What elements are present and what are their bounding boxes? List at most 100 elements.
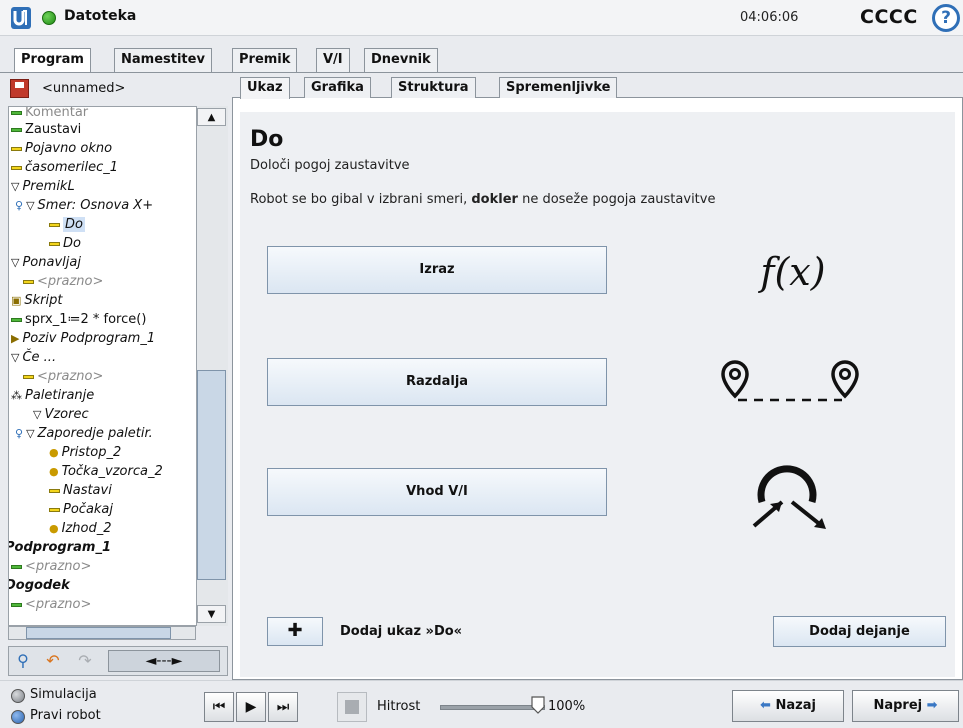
expression-button[interactable]: Izraz: [267, 246, 607, 294]
tree-node[interactable]: ▽ Vzorec: [33, 407, 89, 423]
line-icon: [11, 110, 22, 115]
line-icon: [11, 317, 22, 322]
line-icon: [11, 165, 22, 170]
tab-spremenljivke[interactable]: Spremenljivke: [499, 77, 618, 98]
undo-icon[interactable]: ↶: [42, 650, 64, 672]
distance-button[interactable]: Razdalja: [267, 358, 607, 406]
line-icon: [23, 374, 34, 379]
tree-node[interactable]: ♀ ▽ Zaporedje paletir.: [15, 426, 153, 442]
horizontal-scroll-thumb[interactable]: [26, 627, 171, 639]
save-icon[interactable]: [10, 79, 29, 98]
simulation-label[interactable]: Simulacija: [30, 687, 97, 702]
header-bar: [0, 0, 963, 36]
tree-node[interactable]: ▽ Če ...: [11, 350, 56, 366]
line-icon: [49, 241, 60, 246]
tree-node[interactable]: <prazno>: [23, 369, 103, 385]
real-robot-label[interactable]: Pravi robot: [30, 708, 101, 723]
step-icon[interactable]: ⏭: [268, 692, 298, 722]
pallet-icon: ⁂: [11, 389, 22, 402]
io-input-icon: [752, 465, 826, 529]
tree-node[interactable]: ● Točka_vzorca_2: [49, 464, 163, 480]
expand-triangle-icon[interactable]: ▽: [33, 407, 41, 423]
scroll-down-icon[interactable]: ▼: [197, 605, 226, 623]
tab-premik[interactable]: Premik: [232, 48, 298, 72]
tree-node[interactable]: ● Izhod_2: [49, 521, 111, 537]
expand-triangle-icon[interactable]: ▽: [11, 255, 19, 271]
tree-node[interactable]: Počakaj: [49, 502, 113, 518]
speed-value: 100%: [548, 699, 586, 714]
help-icon[interactable]: ?: [932, 4, 960, 32]
line-icon: [11, 602, 22, 607]
branch-icon: ♀: [15, 427, 24, 440]
expand-triangle-icon[interactable]: ▽: [26, 426, 34, 442]
next-button[interactable]: Naprej ➡: [852, 690, 959, 722]
tree-node[interactable]: Zaustavi: [11, 122, 81, 138]
tab-namestitev[interactable]: Namestitev: [114, 48, 212, 72]
waypoint-dot-icon: ●: [49, 465, 59, 478]
tree-node[interactable]: Komentar: [11, 107, 88, 121]
tree-node[interactable]: <prazno>: [23, 274, 103, 290]
io-input-button[interactable]: Vhod V/I: [267, 468, 607, 516]
rewind-icon[interactable]: ⏮: [204, 692, 234, 722]
tree-node[interactable]: Nastavi: [49, 483, 112, 499]
line-icon: [49, 222, 60, 227]
tree-node[interactable]: ▣ Skript: [11, 293, 63, 309]
play-icon[interactable]: ▶: [236, 692, 266, 722]
expand-triangle-icon[interactable]: ▽: [26, 198, 34, 214]
tree-node[interactable]: ♀ ▽ Smer: Osnova X+: [15, 198, 153, 214]
speed-label: Hitrost: [377, 699, 421, 714]
move-node-button[interactable]: ◄---►: [108, 650, 220, 672]
tree-node[interactable]: <prazno>: [11, 559, 91, 575]
tree-node[interactable]: <prazno>: [11, 597, 91, 613]
branch-icon: ♀: [15, 199, 24, 212]
tree-node[interactable]: ▽ PremikL: [11, 179, 75, 195]
tab-program[interactable]: Program: [14, 48, 91, 73]
program-tree[interactable]: Komentar Zaustavi Pojavno okno časomeril…: [8, 106, 228, 626]
redo-icon[interactable]: ↷: [74, 650, 96, 672]
script-icon: ▣: [11, 294, 22, 307]
tree-node[interactable]: sprx_1≔2 * force(): [11, 312, 146, 328]
tab-struktura[interactable]: Struktura: [391, 77, 476, 98]
add-do-label: Dodaj ukaz »Do«: [340, 624, 463, 639]
line-icon: [11, 564, 22, 569]
tree-node-selected[interactable]: Do: [49, 217, 85, 233]
program-name: <unnamed>: [42, 81, 126, 96]
tree-node[interactable]: Dogodek: [9, 578, 70, 594]
ur-logo-icon[interactable]: [10, 6, 32, 30]
search-icon[interactable]: ⚲: [12, 650, 34, 672]
tree-node[interactable]: ● Pristop_2: [49, 445, 121, 461]
tree-node[interactable]: časomerilec_1: [11, 160, 118, 176]
distance-icon: [721, 360, 859, 402]
add-action-button[interactable]: Dodaj dejanje: [773, 616, 946, 647]
speed-slider[interactable]: [440, 705, 545, 710]
line-icon: [49, 488, 60, 493]
expand-triangle-icon[interactable]: ▽: [11, 179, 19, 195]
stop-icon[interactable]: [337, 692, 367, 722]
tree-node[interactable]: Do: [49, 236, 81, 252]
tab-ukaz[interactable]: Ukaz: [240, 77, 290, 99]
tree-node[interactable]: ⁂ Paletiranje: [11, 388, 94, 404]
scroll-up-icon[interactable]: ▲: [197, 108, 226, 126]
tab-dnevnik[interactable]: Dnevnik: [364, 48, 438, 72]
speed-slider-thumb[interactable]: [531, 696, 545, 714]
simulation-radio[interactable]: [11, 689, 25, 703]
next-arrow-icon: ➡: [926, 698, 938, 713]
tree-node[interactable]: Podprogram_1: [9, 540, 111, 556]
scroll-thumb[interactable]: [197, 370, 226, 580]
tab-divider: [0, 72, 963, 73]
tree-node[interactable]: Pojavno okno: [11, 141, 112, 157]
tab-grafika[interactable]: Grafika: [304, 77, 371, 98]
add-do-button[interactable]: ✚: [267, 617, 323, 646]
clock: 04:06:06: [740, 10, 799, 25]
file-menu[interactable]: Datoteka: [64, 8, 136, 24]
robot-status-icon: [42, 11, 56, 25]
back-button[interactable]: ⬅ Nazaj: [732, 690, 844, 722]
tab-vi[interactable]: V/I: [316, 48, 350, 72]
tree-node[interactable]: ▽ Ponavljaj: [11, 255, 81, 271]
tree-node[interactable]: ▶ Poziv Podprogram_1: [11, 331, 155, 347]
line-icon: [11, 127, 22, 132]
waypoint-dot-icon: ●: [49, 522, 59, 535]
line-icon: [23, 279, 34, 284]
real-robot-radio[interactable]: [11, 710, 25, 724]
expand-triangle-icon[interactable]: ▽: [11, 350, 19, 366]
